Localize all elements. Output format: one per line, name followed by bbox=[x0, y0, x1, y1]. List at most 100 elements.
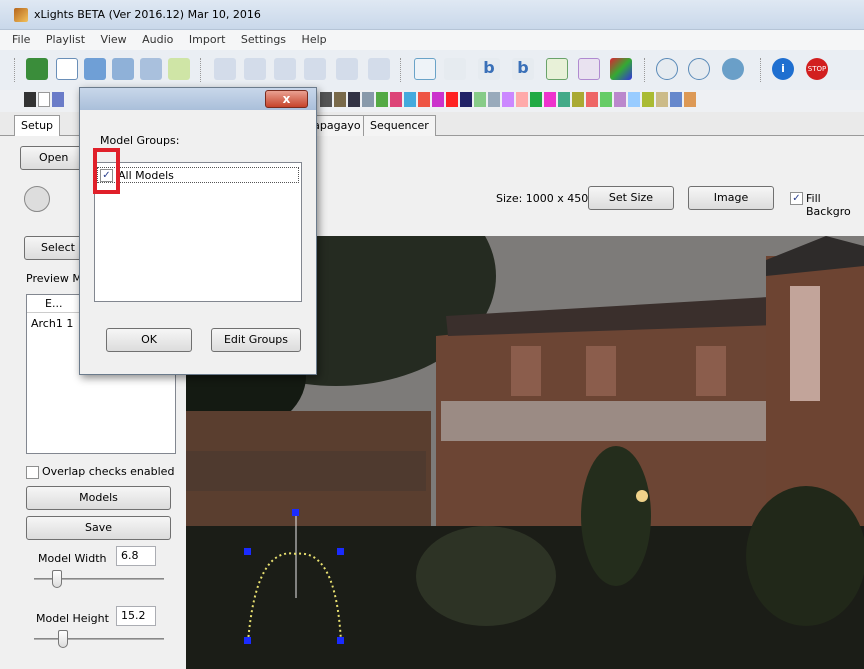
save-as-icon[interactable] bbox=[140, 58, 162, 80]
toolbar-separator bbox=[200, 58, 202, 82]
toolbar-separator bbox=[400, 58, 402, 82]
zoom-in-icon[interactable] bbox=[656, 58, 678, 80]
effect-icon[interactable] bbox=[684, 92, 696, 107]
toolbar-separator bbox=[644, 58, 646, 82]
zoom-out-icon[interactable] bbox=[688, 58, 710, 80]
effect-icon[interactable] bbox=[334, 92, 346, 107]
triangle-icon[interactable] bbox=[414, 58, 436, 80]
handle-top[interactable] bbox=[292, 509, 299, 516]
set-size-button[interactable]: Set Size bbox=[588, 186, 674, 210]
effect-icon[interactable] bbox=[502, 92, 514, 107]
image-button[interactable]: Image bbox=[688, 186, 774, 210]
highlight-box bbox=[93, 148, 120, 194]
effect-off-icon[interactable] bbox=[24, 92, 36, 107]
effect-icon[interactable] bbox=[628, 92, 640, 107]
effect-icon[interactable] bbox=[572, 92, 584, 107]
render-icon[interactable] bbox=[168, 58, 190, 80]
effect-icon[interactable] bbox=[432, 92, 444, 107]
list-item[interactable]: ✓ All Models bbox=[97, 167, 299, 183]
overlap-label: Overlap checks enabled bbox=[42, 465, 175, 478]
model-width-slider[interactable] bbox=[52, 570, 62, 588]
list-item[interactable]: Arch1 1 bbox=[31, 317, 73, 330]
model-height-field[interactable]: 15.2 bbox=[116, 606, 156, 626]
fill-background-checkbox[interactable]: ✓ bbox=[790, 192, 803, 205]
effect-icon[interactable] bbox=[460, 92, 472, 107]
effect-icon[interactable] bbox=[418, 92, 430, 107]
models-button[interactable]: Models bbox=[26, 486, 171, 510]
effect-icon[interactable] bbox=[376, 92, 388, 107]
fill-background-label: Fill Backgro bbox=[806, 192, 851, 218]
stop-icon[interactable] bbox=[274, 58, 296, 80]
title-bar: xLights BETA (Ver 2016.12) Mar 10, 2016 bbox=[0, 0, 864, 30]
model-groups-label: Model Groups: bbox=[100, 134, 180, 147]
effect-icon[interactable] bbox=[52, 92, 64, 107]
effect-icon[interactable] bbox=[320, 92, 332, 107]
save-button[interactable]: Save bbox=[26, 516, 171, 540]
save-icon[interactable] bbox=[112, 58, 134, 80]
handle-bottom-left[interactable] bbox=[244, 637, 251, 644]
effect-icon[interactable] bbox=[558, 92, 570, 107]
edit-groups-button[interactable]: Edit Groups bbox=[211, 328, 301, 352]
effect-icon[interactable] bbox=[656, 92, 668, 107]
replay-icon[interactable] bbox=[368, 58, 390, 80]
effect-icon[interactable] bbox=[348, 92, 360, 107]
menu-playlist[interactable]: Playlist bbox=[46, 33, 85, 46]
info-icon[interactable]: i bbox=[772, 58, 794, 80]
main-toolbar: b b i STOP bbox=[0, 50, 864, 90]
model-height-label: Model Height bbox=[36, 612, 109, 625]
house-icon[interactable] bbox=[578, 58, 600, 80]
effect-icon[interactable] bbox=[670, 92, 682, 107]
model-width-field[interactable]: 6.8 bbox=[116, 546, 156, 566]
new-file-icon[interactable] bbox=[56, 58, 78, 80]
effect-icon[interactable] bbox=[600, 92, 612, 107]
model-groups-dialog: x Model Groups: ✓ All Models OK Edit Gro… bbox=[79, 87, 317, 375]
effect-icon[interactable] bbox=[530, 92, 542, 107]
forward-icon[interactable] bbox=[336, 58, 358, 80]
model-height-slider[interactable] bbox=[58, 630, 68, 648]
menu-file[interactable]: File bbox=[12, 33, 30, 46]
sparkle-icon[interactable] bbox=[444, 58, 466, 80]
dialog-titlebar: x bbox=[80, 88, 316, 110]
effect-icon[interactable] bbox=[474, 92, 486, 107]
model-width-label: Model Width bbox=[38, 552, 107, 565]
effect-icon[interactable] bbox=[390, 92, 402, 107]
toolbar-separator bbox=[760, 58, 762, 82]
effect-icon[interactable] bbox=[516, 92, 528, 107]
menu-audio[interactable]: Audio bbox=[142, 33, 173, 46]
effect-icon[interactable] bbox=[404, 92, 416, 107]
close-button[interactable]: x bbox=[265, 90, 308, 108]
ok-button[interactable]: OK bbox=[106, 328, 192, 352]
menu-help[interactable]: Help bbox=[302, 33, 327, 46]
round-icon[interactable] bbox=[24, 186, 50, 212]
effect-icon[interactable] bbox=[614, 92, 626, 107]
stop-sign-icon[interactable]: STOP bbox=[806, 58, 828, 80]
effect-icon[interactable] bbox=[446, 92, 458, 107]
effect-icon[interactable] bbox=[642, 92, 654, 107]
effect-icon[interactable] bbox=[362, 92, 374, 107]
tab-sequencer[interactable]: Sequencer bbox=[363, 115, 436, 136]
model-groups-list[interactable]: ✓ All Models bbox=[94, 162, 302, 302]
menu-view[interactable]: View bbox=[101, 33, 127, 46]
effect-icon[interactable] bbox=[544, 92, 556, 107]
open-folder-icon[interactable] bbox=[84, 58, 106, 80]
check-icon[interactable] bbox=[26, 58, 48, 80]
effects-icon[interactable] bbox=[610, 58, 632, 80]
overlap-checkbox[interactable] bbox=[26, 466, 39, 479]
handle-left[interactable] bbox=[244, 548, 251, 555]
gear-icon[interactable] bbox=[722, 58, 744, 80]
handle-right[interactable] bbox=[337, 548, 344, 555]
effect-icon[interactable] bbox=[586, 92, 598, 107]
handle-bottom-right[interactable] bbox=[337, 637, 344, 644]
app-icon bbox=[14, 8, 28, 22]
effect-on-icon[interactable] bbox=[38, 92, 50, 107]
menu-bar: File Playlist View Audio Import Settings… bbox=[0, 30, 864, 50]
size-label: Size: 1000 x 450 bbox=[496, 192, 589, 205]
menu-import[interactable]: Import bbox=[189, 33, 226, 46]
menu-settings[interactable]: Settings bbox=[241, 33, 286, 46]
triangle-icon[interactable] bbox=[546, 58, 568, 80]
rewind-icon[interactable] bbox=[304, 58, 326, 80]
play-icon[interactable] bbox=[214, 58, 236, 80]
effect-icon[interactable] bbox=[488, 92, 500, 107]
tab-setup[interactable]: Setup bbox=[14, 115, 61, 136]
pause-icon[interactable] bbox=[244, 58, 266, 80]
